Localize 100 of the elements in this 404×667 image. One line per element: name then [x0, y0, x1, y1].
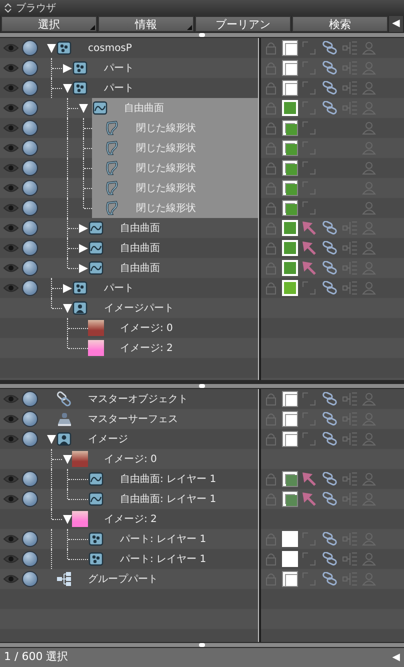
arrow-icon[interactable] — [302, 492, 316, 506]
chain-icon[interactable] — [322, 392, 338, 406]
lock-icon[interactable] — [265, 101, 277, 115]
person-icon[interactable] — [362, 572, 376, 586]
disclosure-triangle[interactable] — [62, 63, 72, 73]
lock-icon[interactable] — [265, 492, 277, 506]
lock-icon[interactable] — [265, 261, 277, 275]
tree-row[interactable]: 自由曲面 — [88, 258, 258, 278]
person-icon[interactable] — [362, 181, 376, 195]
person-icon[interactable] — [362, 261, 376, 275]
tree-row[interactable]: 自由曲面: レイヤー 1 — [88, 469, 258, 489]
tree-row[interactable]: マスターオブジェクト — [56, 389, 258, 409]
chain-icon[interactable] — [322, 532, 338, 546]
corner-icon[interactable] — [302, 101, 316, 115]
person-icon[interactable] — [362, 412, 376, 426]
updown-icon[interactable] — [4, 3, 12, 13]
corner-icon[interactable] — [302, 412, 316, 426]
arrow-icon[interactable] — [302, 472, 316, 486]
corner-icon[interactable] — [302, 532, 316, 546]
material-swatch[interactable] — [282, 80, 298, 96]
person-icon[interactable] — [362, 241, 376, 255]
splitter-handle[interactable] — [0, 383, 404, 389]
person-icon[interactable] — [362, 61, 376, 75]
lock-icon[interactable] — [265, 141, 277, 155]
person-icon[interactable] — [362, 281, 376, 295]
tree-row[interactable]: パート — [72, 278, 258, 298]
disclosure-triangle[interactable] — [78, 263, 88, 273]
chain-icon[interactable] — [322, 492, 338, 506]
tree-row[interactable]: イメージパート — [72, 298, 258, 318]
tree-row[interactable]: 自由曲面 — [88, 238, 258, 258]
lock-icon[interactable] — [265, 41, 277, 55]
person-icon[interactable] — [362, 472, 376, 486]
corner-icon[interactable] — [302, 552, 316, 566]
collapse-button[interactable]: ◀ — [389, 16, 403, 32]
corner-icon[interactable] — [302, 41, 316, 55]
hierarchy-icon[interactable] — [342, 432, 358, 446]
chain-icon[interactable] — [322, 41, 338, 55]
chain-icon[interactable] — [322, 81, 338, 95]
corner-icon[interactable] — [302, 121, 316, 135]
material-swatch[interactable] — [282, 571, 298, 587]
hierarchy-icon[interactable] — [342, 61, 358, 75]
corner-icon[interactable] — [302, 392, 316, 406]
tab-button[interactable]: 情報 — [98, 16, 194, 32]
tree-row[interactable]: パート: レイヤー 1 — [88, 549, 258, 569]
lock-icon[interactable] — [265, 472, 277, 486]
tree-row[interactable]: パート — [72, 58, 258, 78]
tree-row[interactable]: グループパート — [56, 569, 258, 589]
person-icon[interactable] — [362, 492, 376, 506]
hierarchy-icon[interactable] — [342, 101, 358, 115]
column-divider[interactable] — [258, 389, 261, 642]
disclosure-triangle[interactable] — [62, 514, 72, 524]
column-divider[interactable] — [258, 38, 261, 380]
tree-row[interactable]: イメージ: 0 — [72, 449, 258, 469]
lock-icon[interactable] — [265, 392, 277, 406]
tab-button[interactable]: 選択 — [1, 16, 97, 32]
chain-icon[interactable] — [322, 432, 338, 446]
tree-row[interactable]: 自由曲面: レイヤー 1 — [88, 489, 258, 509]
disclosure-triangle[interactable] — [78, 223, 88, 233]
tree-row[interactable]: マスターサーフェス — [56, 409, 258, 429]
arrow-icon[interactable] — [302, 241, 316, 255]
corner-icon[interactable] — [302, 161, 316, 175]
lock-icon[interactable] — [265, 81, 277, 95]
hierarchy-icon[interactable] — [342, 241, 358, 255]
lock-icon[interactable] — [265, 121, 277, 135]
material-swatch[interactable] — [282, 120, 298, 136]
chain-icon[interactable] — [322, 552, 338, 566]
hierarchy-icon[interactable] — [342, 532, 358, 546]
lock-icon[interactable] — [265, 221, 277, 235]
disclosure-triangle[interactable] — [62, 303, 72, 313]
disclosure-triangle[interactable] — [62, 83, 72, 93]
person-icon[interactable] — [362, 101, 376, 115]
tree-row[interactable]: イメージ: 0 — [88, 318, 258, 338]
material-swatch[interactable] — [282, 471, 298, 487]
lock-icon[interactable] — [265, 241, 277, 255]
material-swatch[interactable] — [282, 140, 298, 156]
hierarchy-icon[interactable] — [342, 281, 358, 295]
lock-icon[interactable] — [265, 161, 277, 175]
material-swatch[interactable] — [282, 160, 298, 176]
material-swatch[interactable] — [282, 60, 298, 76]
chain-icon[interactable] — [322, 281, 338, 295]
tree-row[interactable]: パート — [72, 78, 258, 98]
hierarchy-icon[interactable] — [342, 412, 358, 426]
material-swatch[interactable] — [282, 411, 298, 427]
corner-icon[interactable] — [302, 181, 316, 195]
corner-icon[interactable] — [302, 201, 316, 215]
material-swatch[interactable] — [282, 200, 298, 216]
material-swatch[interactable] — [282, 180, 298, 196]
disclosure-triangle[interactable] — [78, 103, 88, 113]
chain-icon[interactable] — [322, 572, 338, 586]
lock-icon[interactable] — [265, 61, 277, 75]
hierarchy-icon[interactable] — [342, 552, 358, 566]
lock-icon[interactable] — [265, 412, 277, 426]
chain-icon[interactable] — [322, 241, 338, 255]
lock-icon[interactable] — [265, 532, 277, 546]
tab-button[interactable]: ブーリアン — [195, 16, 291, 32]
disclosure-triangle[interactable] — [62, 454, 72, 464]
person-icon[interactable] — [362, 392, 376, 406]
hierarchy-icon[interactable] — [342, 261, 358, 275]
collapse-button[interactable]: ◀ — [392, 652, 400, 662]
material-swatch[interactable] — [282, 391, 298, 407]
